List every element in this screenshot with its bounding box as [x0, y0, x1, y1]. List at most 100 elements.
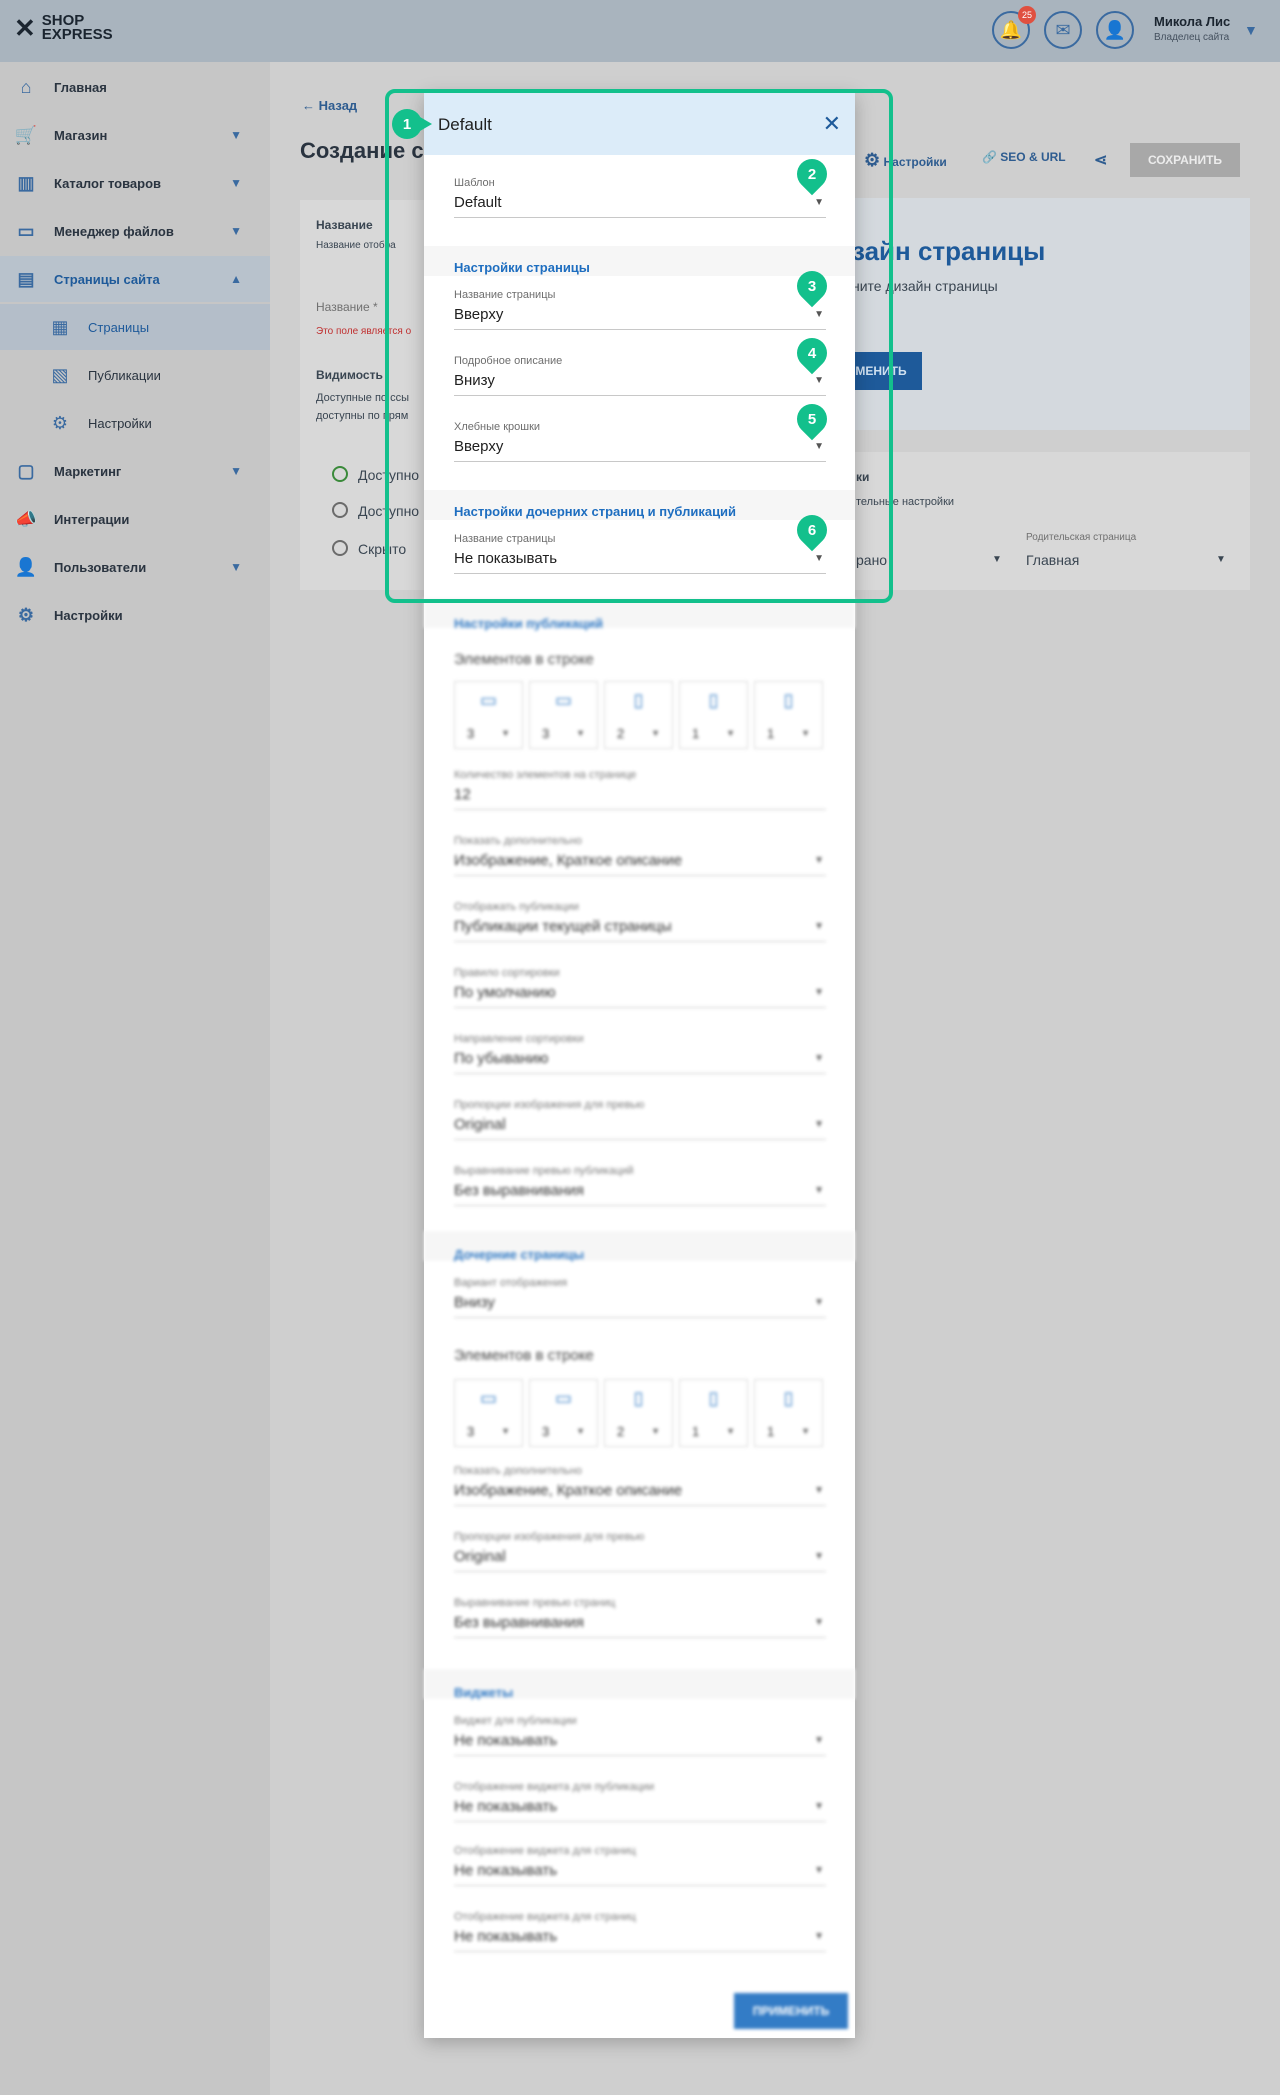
chevron-down-icon: ▼ [230, 464, 242, 478]
device-phone[interactable]: ▯ 1 ▼ [679, 1379, 748, 1447]
logo-icon: ✕ [14, 13, 36, 43]
user-info[interactable]: Микола Лис Владелец сайта [1154, 14, 1230, 43]
caret-down-icon: ▼ [814, 987, 824, 998]
logo[interactable]: ✕ SHOP EXPRESS [14, 12, 113, 43]
sidebar-item-home[interactable]: ⌂ Главная [0, 64, 270, 110]
sidebar-item-label: Интеграции [54, 511, 130, 527]
sidebar-item-label: Страницы сайта [54, 271, 160, 287]
sidebar: ⌂ Главная 🛒 Магазин ▼ ▥ Каталог товаров … [0, 62, 270, 2095]
caret-down-icon: ▼ [651, 728, 660, 738]
user-icon: 👤 [1103, 19, 1127, 40]
device-laptop[interactable]: ▭ 3 ▼ [529, 681, 598, 749]
device-phone-small[interactable]: ▯ 1 ▼ [754, 1379, 823, 1447]
laptop-icon: ▭ [554, 690, 572, 710]
sidebar-item-pages[interactable]: ▦ Страницы [0, 304, 270, 350]
parent-page-value[interactable]: Главная [1026, 552, 1079, 568]
caret-down-icon: ▼ [814, 1801, 824, 1812]
marker-4: 4 [790, 331, 834, 375]
seo-link[interactable]: 🔗 SEO & URL [982, 150, 1066, 164]
sidebar-item-publications[interactable]: ▧ Публикации [0, 352, 270, 398]
radio-available-link[interactable] [332, 502, 348, 518]
sidebar-item-catalog[interactable]: ▥ Каталог товаров ▼ [0, 160, 270, 206]
items-per-page-input[interactable]: Количество элементов на странице 12 [454, 769, 826, 810]
sidebar-item-shop[interactable]: 🛒 Магазин ▼ [0, 112, 270, 158]
sidebar-item-users[interactable]: 👤 Пользователи ▼ [0, 544, 270, 590]
widget-publication-select[interactable]: Виджет для публикации Не показывать ▼ [454, 1715, 826, 1756]
apply-button[interactable]: ПРИМЕНИТЬ [734, 1993, 848, 2029]
caret-icon: ▼ [992, 554, 1002, 565]
name-heading: Название [316, 218, 373, 232]
caret-down-icon: ▼ [814, 1617, 824, 1628]
pub-sort-rule-select[interactable]: Правило сортировки По умолчанию ▼ [454, 967, 826, 1008]
marker-1: 1 [392, 109, 432, 139]
sidebar-item-marketing[interactable]: ▢ Маркетинг ▼ [0, 448, 270, 494]
publications-icon: ▧ [51, 364, 69, 385]
pub-display-select[interactable]: Отображать публикации Публикации текущей… [454, 901, 826, 942]
desktop-icon: ▭ [479, 1388, 497, 1408]
chevron-up-icon: ▲ [230, 272, 242, 286]
user-name: Микола Лис [1154, 14, 1231, 29]
pub-alignment-select[interactable]: Выравнивание превью публикаций Без вырав… [454, 1165, 826, 1206]
pub-image-ratio-select[interactable]: Пропорции изображения для превью Origina… [454, 1099, 826, 1140]
caret-down-icon: ▼ [814, 1053, 824, 1064]
save-button[interactable]: СОХРАНИТЬ [1130, 143, 1240, 177]
phone-small-icon: ▯ [783, 690, 794, 710]
section-title: Виджеты [454, 1685, 514, 1700]
device-phone-small[interactable]: ▯ 1 ▼ [754, 681, 823, 749]
child-image-ratio-select[interactable]: Пропорции изображения для превью Origina… [454, 1531, 826, 1572]
pub-show-extra-select[interactable]: Показать дополнительно Изображение, Крат… [454, 835, 826, 876]
sidebar-item-settings[interactable]: ⚙ Настройки [0, 592, 270, 638]
avatar[interactable]: 👤 [1096, 11, 1134, 49]
radio-available[interactable] [332, 466, 348, 482]
marker-6: 6 [790, 508, 834, 552]
tablet-icon: ▯ [633, 690, 644, 710]
sidebar-item-label: Главная [54, 79, 107, 95]
device-phone[interactable]: ▯ 1 ▼ [679, 681, 748, 749]
sidebar-item-label: Магазин [54, 127, 108, 143]
sidebar-item-page-settings[interactable]: ⚙ Настройки [0, 400, 270, 446]
device-desktop[interactable]: ▭ 3 ▼ [454, 681, 523, 749]
arrow-left-icon: ← [302, 98, 315, 113]
chat-button[interactable]: ✉ [1044, 11, 1082, 49]
pub-sort-direction-select[interactable]: Направление сортировки По убыванию ▼ [454, 1033, 826, 1074]
per-row-label: Элементов в строке [454, 651, 594, 668]
child-alignment-select[interactable]: Выравнивание превью страниц Без выравнив… [454, 1597, 826, 1638]
laptop-icon: ▭ [554, 1388, 572, 1408]
chat-icon: ✉ [1055, 19, 1071, 40]
sidebar-item-label: Настройки [88, 415, 152, 431]
caret-down-icon: ▼ [814, 1735, 824, 1746]
share-button[interactable]: ⋖ [1094, 150, 1107, 170]
tablet-icon: ▯ [633, 1388, 644, 1408]
name-description: Название отобра [316, 240, 396, 251]
caret-down-icon: ▼ [801, 728, 810, 738]
chevron-down-icon[interactable]: ▼ [1244, 22, 1258, 38]
radio-hidden[interactable] [332, 540, 348, 556]
sidebar-item-site-pages[interactable]: ▤ Страницы сайта ▲ [0, 256, 270, 302]
child-display-variant-select[interactable]: Вариант отображения Внизу ▼ [454, 1277, 826, 1318]
caret-down-icon: ▼ [814, 855, 824, 866]
widget-display-publication-select[interactable]: Отображение виджета для публикации Не по… [454, 1781, 826, 1822]
chevron-down-icon: ▼ [230, 224, 242, 238]
caret-down-icon: ▼ [814, 921, 824, 932]
widget-display-pages-select[interactable]: Отображение виджета для страниц Не показ… [454, 1845, 826, 1886]
marker-3: 3 [790, 264, 834, 308]
home-icon: ⌂ [20, 76, 32, 97]
caret-down-icon: ▼ [814, 1931, 824, 1942]
logo-text: SHOP EXPRESS [41, 12, 113, 43]
device-tablet[interactable]: ▯ 2 ▼ [604, 1379, 673, 1447]
caret-down-icon: ▼ [801, 1426, 810, 1436]
back-link[interactable]: ← Назад [302, 98, 357, 113]
section-title: Настройки публикаций [454, 616, 603, 631]
caret-icon: ▼ [1216, 554, 1226, 565]
device-desktop[interactable]: ▭ 3 ▼ [454, 1379, 523, 1447]
child-show-extra-select[interactable]: Показать дополнительно Изображение, Крат… [454, 1465, 826, 1506]
device-tablet[interactable]: ▯ 2 ▼ [604, 681, 673, 749]
user-icon: 👤 [14, 556, 38, 577]
sidebar-item-file-manager[interactable]: ▭ Менеджер файлов ▼ [0, 208, 270, 254]
sidebar-item-integrations[interactable]: 📣 Интеграции [0, 496, 270, 542]
link-icon: 🔗 [982, 150, 997, 164]
device-laptop[interactable]: ▭ 3 ▼ [529, 1379, 598, 1447]
visibility-heading: Видимость [316, 368, 383, 382]
gear-icon: ⚙ [17, 604, 35, 625]
widget-display-pages-select-2[interactable]: Отображение виджета для страниц Не показ… [454, 1911, 826, 1952]
